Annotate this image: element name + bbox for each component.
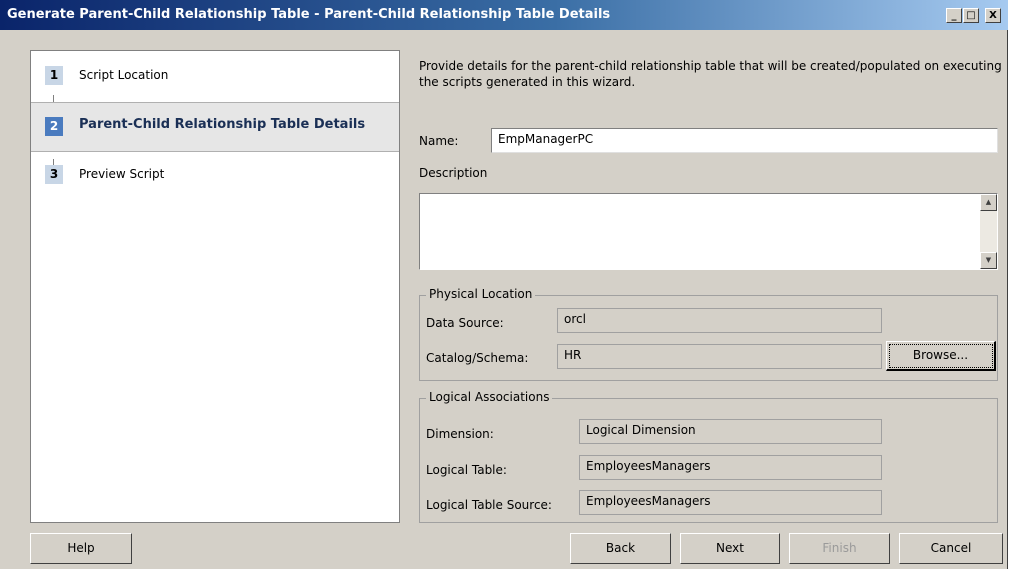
logical-table-source-field[interactable]: EmployeesManagers — [579, 490, 882, 515]
browse-button[interactable]: Browse... — [886, 341, 996, 371]
logical-associations-legend: Logical Associations — [426, 390, 553, 404]
scroll-down-icon[interactable]: ▼ — [980, 252, 997, 269]
step-number: 2 — [45, 117, 63, 136]
step-number: 3 — [45, 165, 63, 184]
step-label: Script Location — [79, 68, 169, 82]
back-button[interactable]: Back — [570, 533, 671, 564]
step-parent-child-details[interactable]: 2 Parent-Child Relationship Table Detail… — [31, 102, 399, 152]
next-button[interactable]: Next — [680, 533, 780, 564]
data-source-field[interactable]: orcl — [557, 308, 882, 333]
cancel-button[interactable]: Cancel — [899, 533, 1003, 564]
logical-table-source-label: Logical Table Source: — [426, 498, 552, 512]
catalog-schema-label: Catalog/Schema: — [426, 351, 529, 365]
catalog-schema-field[interactable]: HR — [557, 344, 882, 369]
step-preview-script[interactable]: 3 Preview Script — [31, 154, 399, 204]
physical-location-legend: Physical Location — [426, 287, 536, 301]
step-number: 1 — [45, 66, 63, 85]
logical-associations-group: Logical Associations Dimension: Logical … — [419, 390, 998, 523]
data-source-label: Data Source: — [426, 316, 504, 330]
description-field[interactable]: ▲ ▼ — [419, 193, 998, 270]
logical-table-field[interactable]: EmployeesManagers — [579, 455, 882, 480]
window-title: Generate Parent-Child Relationship Table… — [7, 7, 611, 22]
name-label: Name: — [419, 134, 459, 148]
maximize-button[interactable]: □ — [963, 8, 979, 23]
wizard-steps-panel: 1 Script Location 2 Parent-Child Relatio… — [30, 50, 400, 523]
description-label: Description — [419, 166, 488, 180]
minimize-button[interactable]: _ — [946, 8, 962, 23]
close-button[interactable]: X — [985, 8, 1001, 23]
name-field[interactable]: EmpManagerPC — [491, 128, 998, 153]
dimension-label: Dimension: — [426, 427, 494, 441]
title-bar: Generate Parent-Child Relationship Table… — [0, 0, 1008, 30]
help-button[interactable]: Help — [30, 533, 132, 564]
scroll-up-icon[interactable]: ▲ — [980, 194, 997, 211]
dimension-field[interactable]: Logical Dimension — [579, 419, 882, 444]
logical-table-label: Logical Table: — [426, 463, 507, 477]
finish-button[interactable]: Finish — [789, 533, 890, 564]
description-scrollbar[interactable]: ▲ ▼ — [980, 194, 997, 269]
step-label: Parent-Child Relationship Table Details — [79, 117, 366, 132]
physical-location-group: Physical Location Data Source: orcl Cata… — [419, 287, 998, 381]
step-script-location[interactable]: 1 Script Location — [31, 51, 399, 101]
step-label: Preview Script — [79, 167, 165, 181]
page-description: Provide details for the parent-child rel… — [419, 59, 1002, 89]
wizard-window: Generate Parent-Child Relationship Table… — [0, 0, 1008, 569]
